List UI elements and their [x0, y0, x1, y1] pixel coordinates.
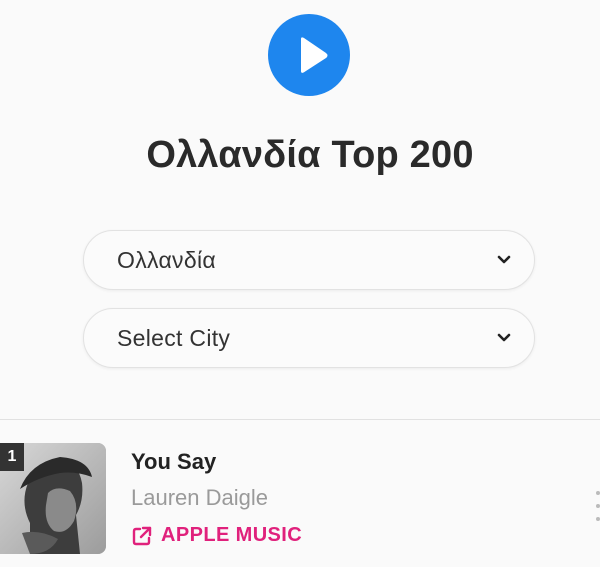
external-link-icon — [131, 525, 153, 547]
chevron-down-icon — [496, 252, 512, 268]
track-row[interactable]: 1 You Say Lauren Daigle APPLE MUSIC — [0, 443, 600, 567]
track-artist[interactable]: Lauren Daigle — [131, 485, 268, 511]
apple-music-link[interactable]: APPLE MUSIC — [131, 524, 302, 547]
track-title[interactable]: You Say — [131, 449, 216, 475]
country-select-value: Ολλανδία — [117, 246, 216, 273]
app-logo[interactable] — [268, 14, 350, 96]
more-vertical-icon[interactable] — [594, 491, 600, 521]
apple-music-label: APPLE MUSIC — [161, 524, 303, 546]
chevron-down-icon — [496, 330, 512, 346]
page-title: Ολλανδία Top 200 — [146, 134, 474, 176]
city-select-value: Select City — [117, 324, 231, 351]
city-select[interactable]: Select City — [83, 308, 535, 368]
play-circle-icon — [268, 14, 350, 96]
divider — [0, 419, 600, 420]
country-select[interactable]: Ολλανδία — [83, 230, 535, 290]
rank-badge: 1 — [0, 443, 24, 471]
